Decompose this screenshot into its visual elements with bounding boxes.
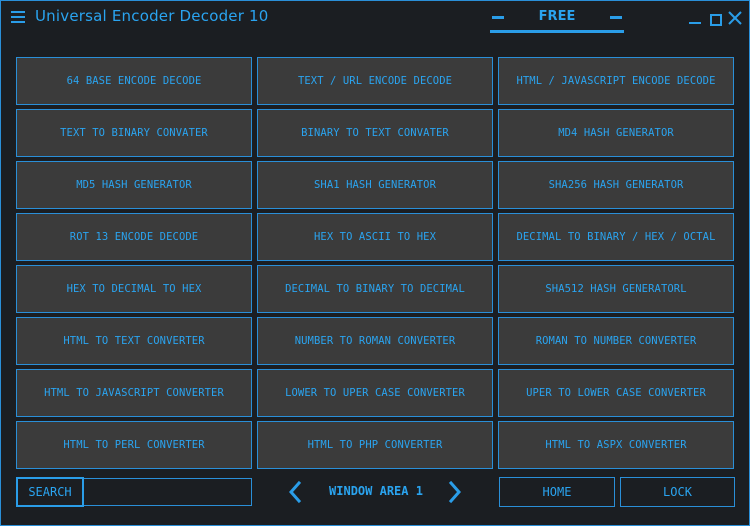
window-controls	[683, 8, 743, 28]
lock-button[interactable]: LOCK	[620, 477, 735, 507]
html-javascript-encode-decode-button[interactable]: HTML / JAVASCRIPT ENCODE DECODE	[498, 57, 734, 105]
rot13-button[interactable]: ROT 13 ENCODE DECODE	[16, 213, 252, 261]
hex-to-ascii-button[interactable]: HEX TO ASCII TO HEX	[257, 213, 493, 261]
md5-hash-button[interactable]: MD5 HASH GENERATOR	[16, 161, 252, 209]
sha512-hash-button[interactable]: SHA512 HASH GENERATORL	[498, 265, 734, 313]
search-input[interactable]	[84, 478, 252, 506]
html-to-php-button[interactable]: HTML TO PHP CONVERTER	[257, 421, 493, 469]
text-url-encode-decode-button[interactable]: TEXT / URL ENCODE DECODE	[257, 57, 493, 105]
chevron-right-icon[interactable]	[446, 480, 464, 504]
lower-to-upper-case-button[interactable]: LOWER TO UPER CASE CONVERTER	[257, 369, 493, 417]
app-window: Universal Encoder Decoder 10 FREE 64 BAS…	[0, 0, 750, 526]
home-button[interactable]: HOME	[499, 477, 615, 507]
number-to-roman-button[interactable]: NUMBER TO ROMAN CONVERTER	[257, 317, 493, 365]
decimal-to-binary-hex-octal-button[interactable]: DECIMAL TO BINARY / HEX / OCTAL	[498, 213, 734, 261]
sha1-hash-button[interactable]: SHA1 HASH GENERATOR	[257, 161, 493, 209]
text-to-binary-button[interactable]: TEXT TO BINARY CONVATER	[16, 109, 252, 157]
sha256-hash-button[interactable]: SHA256 HASH GENERATOR	[498, 161, 734, 209]
window-area-label: WINDOW AREA 1	[329, 484, 423, 498]
maximize-icon[interactable]	[707, 10, 723, 26]
app-title: Universal Encoder Decoder 10	[35, 7, 269, 25]
html-to-perl-button[interactable]: HTML TO PERL CONVERTER	[16, 421, 252, 469]
upper-to-lower-case-button[interactable]: UPER TO LOWER CASE CONVERTER	[498, 369, 734, 417]
free-badge: FREE	[490, 6, 624, 33]
binary-to-text-button[interactable]: BINARY TO TEXT CONVATER	[257, 109, 493, 157]
search-button[interactable]: SEARCH	[16, 477, 84, 507]
chevron-left-icon[interactable]	[286, 480, 304, 504]
base64-encode-decode-button[interactable]: 64 BASE ENCODE DECODE	[16, 57, 252, 105]
title-bar[interactable]: Universal Encoder Decoder 10 FREE	[1, 1, 749, 35]
decimal-to-binary-button[interactable]: DECIMAL TO BINARY TO DECIMAL	[257, 265, 493, 313]
md4-hash-button[interactable]: MD4 HASH GENERATOR	[498, 109, 734, 157]
html-to-javascript-button[interactable]: HTML TO JAVASCRIPT CONVERTER	[16, 369, 252, 417]
hamburger-icon[interactable]	[11, 11, 25, 23]
dash-decoration	[610, 16, 622, 19]
html-to-text-button[interactable]: HTML TO TEXT CONVERTER	[16, 317, 252, 365]
tool-grid: 64 BASE ENCODE DECODE TEXT / URL ENCODE …	[16, 57, 735, 469]
hex-to-decimal-button[interactable]: HEX TO DECIMAL TO HEX	[16, 265, 252, 313]
html-to-aspx-button[interactable]: HTML TO ASPX CONVERTER	[498, 421, 734, 469]
roman-to-number-button[interactable]: ROMAN TO NUMBER CONVERTER	[498, 317, 734, 365]
minimize-icon[interactable]	[687, 10, 703, 26]
close-icon[interactable]	[727, 10, 743, 26]
free-label: FREE	[538, 9, 576, 24]
